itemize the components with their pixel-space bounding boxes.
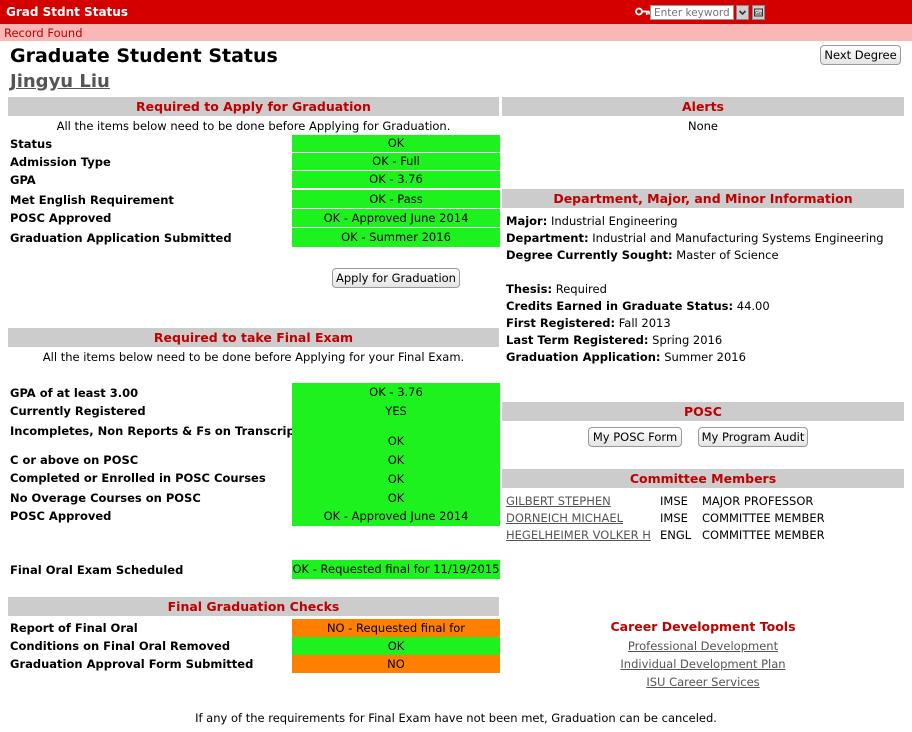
final-exam-row-label: C or above on POSC <box>10 453 139 467</box>
department-info: Department: Industrial and Manufacturing… <box>506 231 884 245</box>
final-check-row-value: NO <box>292 655 500 673</box>
final-exam-row-value: OK - 3.76 <box>292 383 500 402</box>
committee-member-role: COMMITTEE MEMBER <box>702 528 825 542</box>
apply-row-value: OK - Approved June 2014 <box>292 209 500 227</box>
committee-member-link[interactable]: HEGELHEIMER VOLKER H <box>506 528 651 542</box>
apply-row-label: Met English Requirement <box>10 193 174 207</box>
major-info: Major: Industrial Engineering <box>506 214 678 228</box>
apply-row-label: Graduation Application Submitted <box>10 231 232 245</box>
apply-row-value: OK - 3.76 <box>292 171 500 188</box>
search-dropdown-button[interactable] <box>736 5 749 20</box>
final-exam-row-label: POSC Approved <box>10 509 112 523</box>
first-registered-info: First Registered: Fall 2013 <box>506 316 671 330</box>
alerts-section-header: Alerts <box>502 97 904 116</box>
page-title: Graduate Student Status <box>10 45 278 67</box>
final-check-row-label: Conditions on Final Oral Removed <box>10 639 231 653</box>
search-go-button[interactable]: Go <box>752 5 765 20</box>
final-exam-row-value: OK <box>292 489 500 507</box>
final-exam-row-label: Currently Registered <box>10 404 146 418</box>
credits-info: Credits Earned in Graduate Status: 44.00 <box>506 299 770 313</box>
committee-member-dept: IMSE <box>660 511 688 525</box>
alerts-value: None <box>687 119 718 133</box>
final-exam-row-value: OK <box>292 451 500 469</box>
isu-career-services-link[interactable]: ISU Career Services <box>502 675 904 689</box>
apply-row-label: GPA <box>10 173 36 187</box>
posc-section-header: POSC <box>502 402 904 421</box>
search-input[interactable] <box>650 5 734 20</box>
committee-member-dept: ENGL <box>660 528 692 542</box>
final-exam-row-value: OK <box>292 421 500 451</box>
degree-info: Degree Currently Sought: Master of Scien… <box>506 248 779 262</box>
graduation-application-info: Graduation Application: Summer 2016 <box>506 350 746 364</box>
final-exam-row-label: No Overage Courses on POSC <box>10 491 201 505</box>
go-icon: Go <box>754 8 763 17</box>
committee-member-dept: IMSE <box>660 494 688 508</box>
final-exam-row-label: Completed or Enrolled in POSC Courses <box>10 471 266 485</box>
final-check-row-value: OK <box>292 637 500 655</box>
department-section-header: Department, Major, and Minor Information <box>502 189 904 208</box>
committee-member-role: MAJOR PROFESSOR <box>702 494 814 508</box>
individual-development-plan-link[interactable]: Individual Development Plan <box>502 657 904 671</box>
final-check-row-label: Graduation Approval Form Submitted <box>10 657 254 671</box>
final-check-row-label: Report of Final Oral <box>10 621 138 635</box>
my-program-audit-button[interactable]: My Program Audit <box>698 427 808 447</box>
committee-member-role: COMMITTEE MEMBER <box>702 511 825 525</box>
apply-row-value: OK - Summer 2016 <box>292 228 500 247</box>
apply-row-label: Admission Type <box>10 155 111 169</box>
chevron-down-icon <box>738 10 747 16</box>
final-exam-section-header: Required to take Final Exam <box>8 328 499 347</box>
student-name-link[interactable]: Jingyu Liu <box>10 71 110 92</box>
status-message: Record Found <box>4 26 83 40</box>
final-exam-row-value: OK - Approved June 2014 <box>292 507 500 526</box>
next-degree-button[interactable]: Next Degree <box>820 45 901 65</box>
final-exam-row-label: GPA of at least 3.00 <box>10 386 139 400</box>
final-exam-note: All the items below need to be done befo… <box>42 350 465 364</box>
apply-note: All the items below need to be done befo… <box>56 119 451 133</box>
apply-row-label: Status <box>10 137 53 151</box>
last-term-info: Last Term Registered: Spring 2016 <box>506 333 723 347</box>
top-bar <box>0 0 912 24</box>
apply-row-value: OK - Full <box>292 153 500 170</box>
final-exam-row-value: OK <box>292 469 500 489</box>
final-exam-row-value: YES <box>292 402 500 421</box>
final-check-row-value: NO - Requested final for 11/19/2015 <box>292 619 500 653</box>
final-exam-row-label: Incompletes, Non Reports & Fs on Transcr… <box>10 424 301 438</box>
apply-row-value: OK <box>292 135 500 152</box>
my-posc-form-button[interactable]: My POSC Form <box>588 427 682 447</box>
final-exam-row-value: OK - Requested final for 11/19/2015 <box>292 560 500 579</box>
apply-row-value: OK - Pass <box>292 190 500 208</box>
status-bar <box>0 24 912 41</box>
apply-for-graduation-button[interactable]: Apply for Graduation <box>332 268 460 288</box>
final-exam-row-label: Final Oral Exam Scheduled <box>10 563 184 577</box>
footer-note: If any of the requirements for Final Exa… <box>195 711 717 725</box>
app-title: Grad Stdnt Status <box>6 5 128 19</box>
apply-section-header: Required to Apply for Graduation <box>8 97 499 116</box>
svg-text:Go: Go <box>755 11 762 17</box>
committee-member-link[interactable]: DORNEICH MICHAEL <box>506 511 623 525</box>
apply-row-label: POSC Approved <box>10 211 112 225</box>
key-icon <box>635 7 650 16</box>
thesis-info: Thesis: Required <box>506 282 607 296</box>
career-section-header: Career Development Tools <box>502 617 904 636</box>
committee-section-header: Committee Members <box>502 469 904 488</box>
final-checks-section-header: Final Graduation Checks <box>8 597 499 616</box>
professional-development-link[interactable]: Professional Development <box>502 639 904 653</box>
committee-member-link[interactable]: GILBERT STEPHEN <box>506 494 611 508</box>
